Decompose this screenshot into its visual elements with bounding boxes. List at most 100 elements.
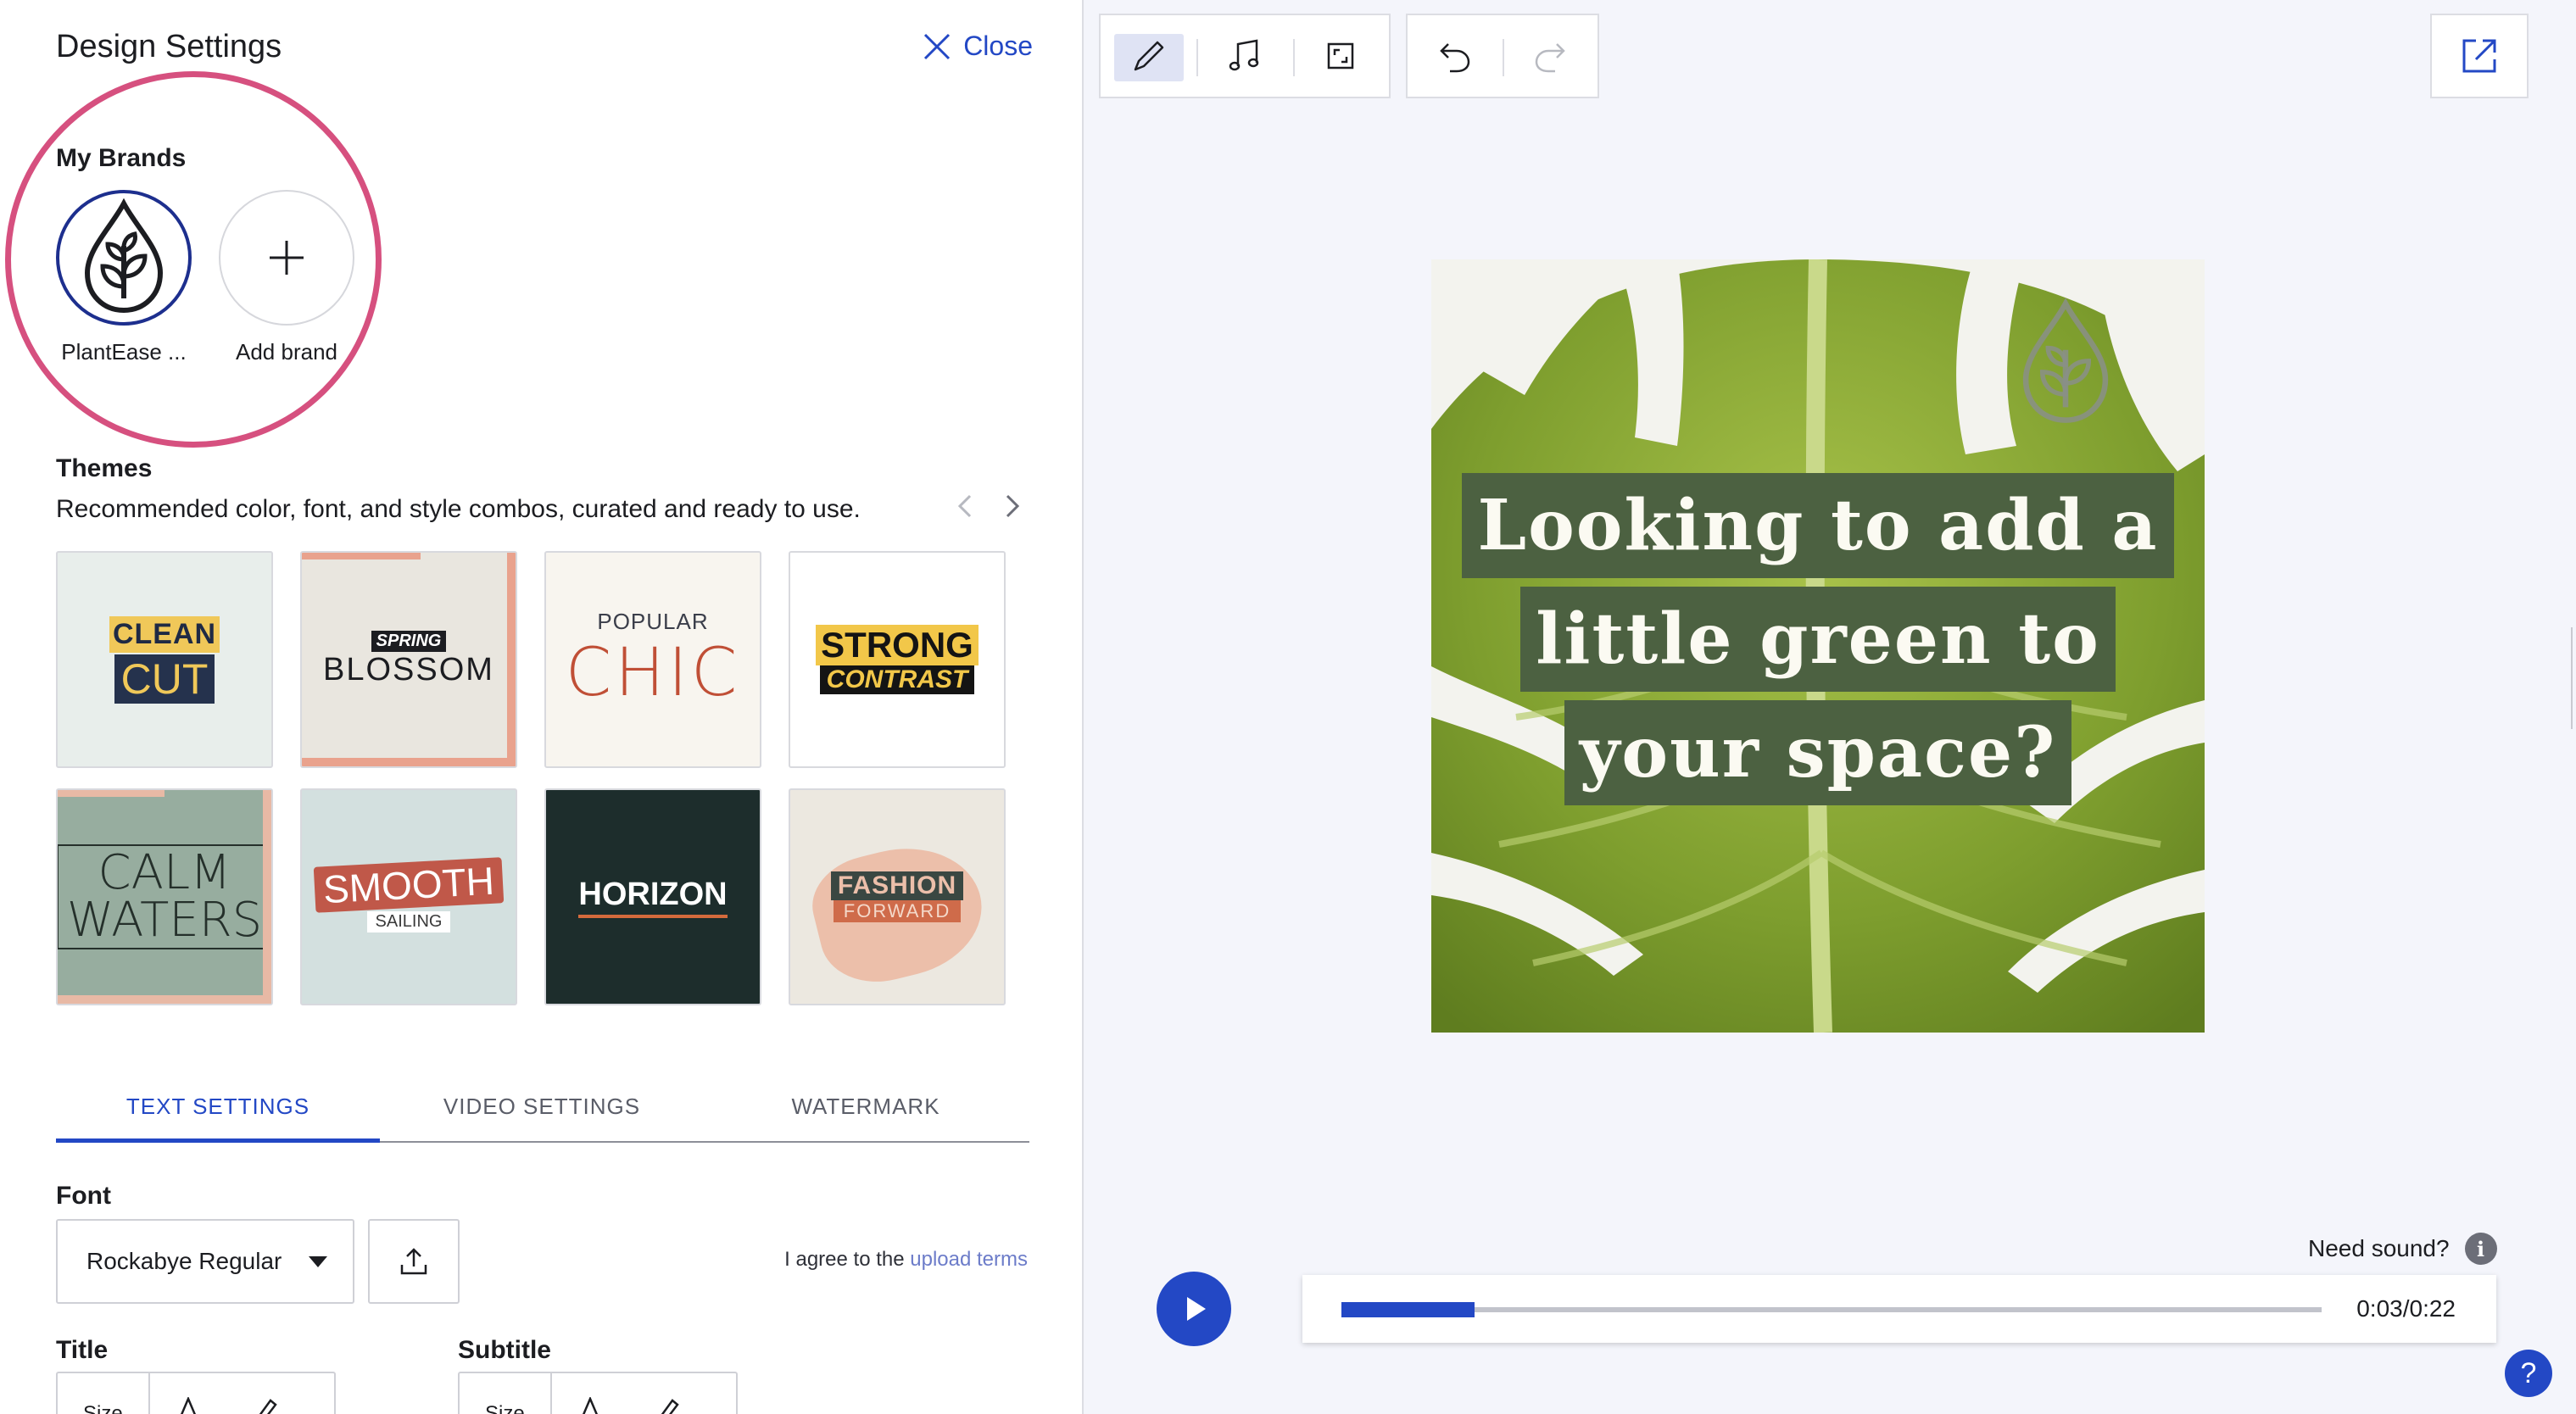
panel-title: Design Settings: [56, 29, 282, 64]
theme-line2: CHIC: [565, 634, 741, 711]
music-note-icon: [1229, 39, 1259, 71]
tab-watermark[interactable]: WATERMARK: [704, 1077, 1028, 1141]
redo-icon: [1535, 43, 1565, 73]
design-tool-button[interactable]: [1101, 15, 1196, 97]
theme-text-box: CALM WATERS: [58, 844, 271, 949]
theme-frame: [302, 758, 516, 766]
theme-line1: SMOOTH: [313, 856, 505, 913]
editor-toolbar: [1099, 14, 1391, 98]
timeline-scrubber[interactable]: [1341, 1302, 2322, 1317]
my-brands-heading: My Brands: [56, 144, 187, 172]
undo-button[interactable]: [1408, 15, 1503, 97]
subtitle-color-button[interactable]: [628, 1373, 705, 1414]
plant-drop-icon: [84, 198, 164, 314]
theme-line2: SAILING: [366, 910, 451, 932]
play-button[interactable]: [1157, 1272, 1231, 1346]
export-button[interactable]: [2430, 14, 2529, 98]
design-settings-panel: Design Settings Close My Brands PlantEas…: [0, 0, 1084, 1414]
agree-text: I agree to the: [784, 1248, 905, 1271]
add-brand-button[interactable]: Add brand: [215, 190, 359, 365]
need-sound-hint: Need sound? i: [2308, 1233, 2497, 1265]
plus-icon: [270, 241, 304, 275]
theme-line1: CALM: [98, 845, 231, 900]
add-brand-label: Add brand: [236, 339, 337, 365]
resize-tool-button[interactable]: [1292, 15, 1389, 97]
title-size-control[interactable]: Size: [58, 1373, 150, 1414]
theme-strong-contrast[interactable]: STRONG CONTRAST: [789, 551, 1006, 768]
brand-planetease[interactable]: PlantEase ...: [52, 190, 196, 365]
theme-line1: CLEAN: [109, 615, 220, 653]
chevron-left-icon: [957, 494, 972, 518]
caption-line-1: Looking to add a: [1462, 473, 2174, 578]
upload-terms-link[interactable]: upload terms: [910, 1248, 1028, 1271]
theme-line2: FORWARD: [833, 900, 962, 922]
theme-smooth-sailing[interactable]: SMOOTH SAILING: [300, 788, 517, 1005]
tab-video-settings[interactable]: VIDEO SETTINGS: [380, 1077, 704, 1141]
chevron-right-icon: [1006, 494, 1020, 518]
text-style-icon: [582, 1397, 598, 1414]
theme-clean-cut[interactable]: CLEAN CUT: [56, 551, 273, 768]
theme-line2: CONTRAST: [819, 665, 975, 694]
themes-heading: Themes: [56, 454, 153, 482]
theme-frame: [58, 995, 271, 1004]
playback-bar: 0:03/0:22: [1302, 1275, 2496, 1343]
theme-line1: FASHION: [830, 871, 964, 900]
title-style-label: Title: [56, 1336, 109, 1364]
redo-button[interactable]: [1503, 15, 1597, 97]
upload-icon: [400, 1248, 427, 1275]
title-font-style-button[interactable]: [150, 1373, 226, 1414]
play-icon: [1187, 1297, 1206, 1321]
help-button[interactable]: ?: [2505, 1350, 2552, 1397]
theme-popular-chic[interactable]: POPULAR CHIC: [544, 551, 761, 768]
video-preview-canvas[interactable]: Looking to add a little green to your sp…: [1431, 259, 2205, 1033]
font-dropdown-value: Rockabye Regular: [86, 1248, 282, 1274]
font-dropdown[interactable]: Rockabye Regular: [56, 1219, 354, 1304]
brand-name: PlantEase ...: [61, 339, 187, 365]
undo-icon: [1440, 43, 1470, 73]
themes-prev-button[interactable]: [956, 493, 973, 526]
need-sound-label: Need sound?: [2308, 1235, 2450, 1261]
info-icon[interactable]: i: [2464, 1233, 2497, 1265]
theme-calm-waters[interactable]: CALM WATERS: [56, 788, 273, 1005]
caret-down-icon: [309, 1255, 327, 1267]
music-tool-button[interactable]: [1196, 15, 1292, 97]
tab-text-settings[interactable]: TEXT SETTINGS: [56, 1077, 380, 1143]
theme-line2: WATERS: [66, 893, 263, 948]
close-label: Close: [963, 31, 1033, 61]
playback-time: 0:03/0:22: [2356, 1295, 2456, 1322]
title-tool-group: Size: [56, 1372, 336, 1414]
subtitle-style-label: Subtitle: [458, 1336, 551, 1364]
caption-text[interactable]: Looking to add a little green to your sp…: [1431, 473, 2205, 805]
pen-icon: [259, 1399, 277, 1414]
resize-icon: [1328, 42, 1354, 70]
caption-line-2: little green to: [1520, 587, 2116, 692]
theme-horizon[interactable]: HORIZON: [544, 788, 761, 1005]
subtitle-tool-group: Size: [458, 1372, 738, 1414]
caption-line-3: your space?: [1564, 700, 2072, 805]
brush-icon: [1134, 41, 1163, 71]
upload-terms-notice: I agree to the upload terms: [784, 1248, 1028, 1272]
brand-watermark-icon: [2022, 298, 2109, 423]
subtitle-font-style-button[interactable]: [552, 1373, 628, 1414]
themes-next-button[interactable]: [1004, 493, 1021, 526]
themes-description: Recommended color, font, and style combo…: [56, 495, 861, 523]
theme-line2: BLOSSOM: [323, 652, 494, 688]
theme-line1: SPRING: [371, 631, 447, 652]
upload-font-button[interactable]: [368, 1219, 460, 1304]
subtitle-size-control[interactable]: Size: [460, 1373, 552, 1414]
scrollbar-handle[interactable]: [2571, 627, 2576, 729]
theme-fashion-forward[interactable]: FASHION FORWARD: [789, 788, 1006, 1005]
settings-tabs: TEXT SETTINGS VIDEO SETTINGS WATERMARK: [56, 1077, 1029, 1143]
add-brand-circle: [219, 190, 354, 326]
pen-icon: [661, 1399, 679, 1414]
close-button[interactable]: Close: [923, 31, 1033, 62]
theme-line2: CUT: [114, 654, 215, 704]
timeline-progress: [1341, 1302, 1475, 1317]
theme-line1: HORIZON: [578, 877, 728, 918]
theme-line1: STRONG: [816, 625, 979, 665]
theme-frame: [263, 790, 271, 1004]
theme-spring-blossom[interactable]: SPRING BLOSSOM: [300, 551, 517, 768]
theme-grid: CLEAN CUT SPRING BLOSSOM POPULAR CHIC ST…: [56, 551, 1006, 1005]
text-style-icon: [180, 1397, 196, 1414]
title-color-button[interactable]: [226, 1373, 303, 1414]
